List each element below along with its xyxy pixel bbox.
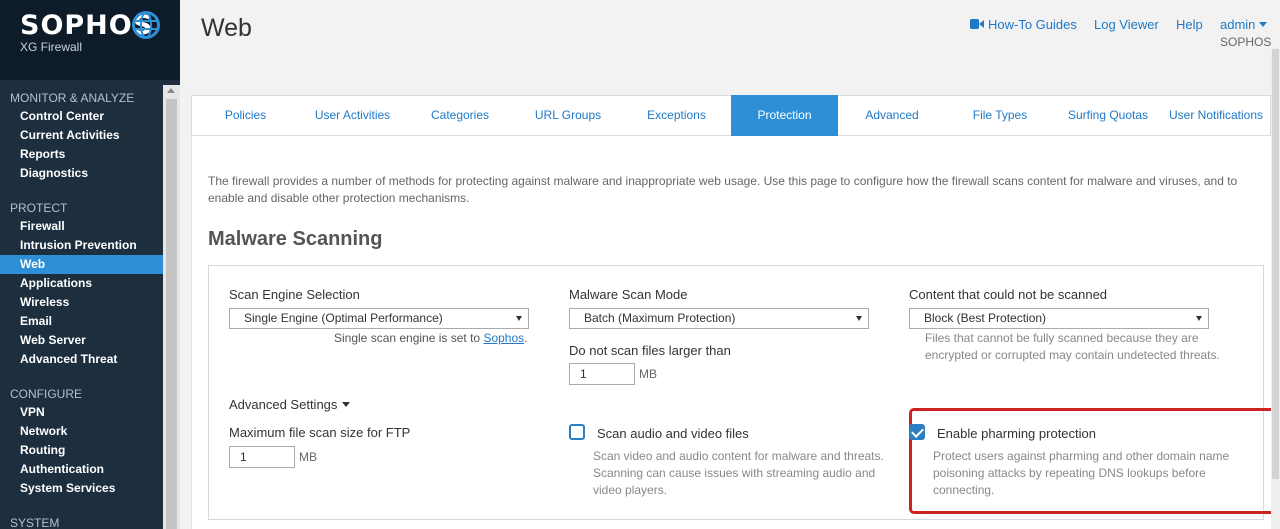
pharming-protection-hint: Protect users against pharming and other… xyxy=(933,449,1230,497)
company-name: SOPHOS xyxy=(1220,35,1272,49)
tab-surfing-quotas[interactable]: Surfing Quotas xyxy=(1054,96,1162,135)
nav-heading: SYSTEM xyxy=(10,516,60,529)
main-content: The firewall provides a number of method… xyxy=(191,136,1277,529)
nav-section-system: SYSTEM xyxy=(0,515,163,529)
scan-engine-label: Scan Engine Selection xyxy=(229,287,360,302)
max-size-input[interactable]: 1 xyxy=(569,363,635,385)
malware-scanning-panel: Scan Engine Selection Single Engine (Opt… xyxy=(208,265,1277,520)
nav-heading: MONITOR & ANALYZE xyxy=(10,91,135,105)
advanced-settings-toggle[interactable]: Advanced Settings xyxy=(229,397,351,412)
sidebar-item-system-services[interactable]: System Services xyxy=(0,479,163,498)
nav-section-configure: CONFIGURE VPN Network Routing Authentica… xyxy=(0,386,163,498)
tab-advanced[interactable]: Advanced xyxy=(838,96,946,135)
user-name: admin xyxy=(1220,17,1256,32)
sidebar-item-vpn[interactable]: VPN xyxy=(0,403,163,422)
scan-audio-video-label: Scan audio and video files xyxy=(597,426,749,441)
sophos-globe-icon xyxy=(132,11,160,39)
intro-text: The firewall provides a number of method… xyxy=(208,174,1238,205)
user-menu[interactable]: admin xyxy=(1220,17,1268,32)
sidebar-item-intrusion-prevention[interactable]: Intrusion Prevention xyxy=(0,236,163,255)
nav-section-protect: PROTECT Firewall Intrusion Prevention We… xyxy=(0,200,163,369)
page-scrollbar[interactable] xyxy=(1271,49,1280,529)
sidebar-item-web[interactable]: Web xyxy=(0,255,163,274)
nav-heading: PROTECT xyxy=(10,201,68,215)
sidebar-item-wireless[interactable]: Wireless xyxy=(0,293,163,312)
sidebar-item-reports[interactable]: Reports xyxy=(0,145,163,164)
scan-engine-hint-text: Single scan engine is set to xyxy=(334,331,484,345)
max-size-label: Do not scan files larger than xyxy=(569,343,731,358)
tab-bar: Policies User Activities Categories URL … xyxy=(191,95,1271,136)
scan-engine-hint: Single scan engine is set to Sophos. xyxy=(334,330,527,347)
sidebar-scrollbar-thumb[interactable] xyxy=(166,99,177,529)
sidebar-item-authentication[interactable]: Authentication xyxy=(0,460,163,479)
log-viewer-link[interactable]: Log Viewer xyxy=(1094,17,1159,32)
nav-heading: CONFIGURE xyxy=(10,387,82,401)
product-name: XG Firewall xyxy=(20,40,83,54)
nav-section-monitor: MONITOR & ANALYZE Control Center Current… xyxy=(0,90,163,183)
tab-url-groups[interactable]: URL Groups xyxy=(514,96,622,135)
sidebar-item-current-activities[interactable]: Current Activities xyxy=(0,126,163,145)
sidebar-scrollbar[interactable] xyxy=(163,85,180,529)
scan-audio-video-hint: Scan video and audio content for malware… xyxy=(593,449,884,497)
scan-audio-video-checkbox[interactable] xyxy=(569,424,585,440)
caret-down-icon xyxy=(342,402,351,407)
pharming-protection-label: Enable pharming protection xyxy=(937,426,1096,441)
page-scrollbar-thumb[interactable] xyxy=(1272,49,1279,479)
unscannable-select[interactable]: Block (Best Protection) xyxy=(909,308,1209,329)
tab-exceptions[interactable]: Exceptions xyxy=(622,96,731,135)
scan-mode-value: Batch (Maximum Protection) xyxy=(584,311,736,325)
sidebar-item-control-center[interactable]: Control Center xyxy=(0,107,163,126)
ftp-size-input[interactable]: 1 xyxy=(229,446,295,468)
sidebar-item-advanced-threat[interactable]: Advanced Threat xyxy=(0,350,163,369)
sidebar-item-firewall[interactable]: Firewall xyxy=(0,217,163,236)
scan-mode-select[interactable]: Batch (Maximum Protection) xyxy=(569,308,869,329)
scan-engine-select[interactable]: Single Engine (Optimal Performance) xyxy=(229,308,529,329)
sidebar-item-diagnostics[interactable]: Diagnostics xyxy=(0,164,163,183)
scan-engine-hint-suffix: . xyxy=(524,331,528,345)
page-title: Web xyxy=(201,14,252,42)
scan-mode-label: Malware Scan Mode xyxy=(569,287,688,302)
sidebar-item-applications[interactable]: Applications xyxy=(0,274,163,293)
sidebar-item-email[interactable]: Email xyxy=(0,312,163,331)
scan-engine-value: Single Engine (Optimal Performance) xyxy=(244,311,443,325)
sidebar-item-web-server[interactable]: Web Server xyxy=(0,331,163,350)
section-title: Malware Scanning xyxy=(208,228,383,250)
chevron-down-icon xyxy=(1259,22,1268,27)
unscannable-label: Content that could not be scanned xyxy=(909,287,1108,302)
tab-policies[interactable]: Policies xyxy=(192,96,299,135)
unscannable-hint: Files that cannot be fully scanned becau… xyxy=(925,331,1220,362)
sidebar-item-routing[interactable]: Routing xyxy=(0,441,163,460)
scroll-up-arrow-icon[interactable] xyxy=(167,88,175,93)
dropdown-caret-icon xyxy=(516,316,522,321)
ftp-size-label: Maximum file scan size for FTP xyxy=(229,425,411,440)
video-camera-icon[interactable] xyxy=(970,19,984,29)
max-size-unit: MB xyxy=(639,367,657,381)
tab-file-types[interactable]: File Types xyxy=(946,96,1054,135)
dropdown-caret-icon xyxy=(1196,316,1202,321)
sidebar-item-network[interactable]: Network xyxy=(0,422,163,441)
tab-protection[interactable]: Protection xyxy=(731,95,838,136)
tab-user-notifications[interactable]: User Notifications xyxy=(1162,96,1270,135)
sidebar: SOPHOS XG Firewall MONITOR & ANALYZE Con… xyxy=(0,0,180,529)
tab-user-activities[interactable]: User Activities xyxy=(299,96,406,135)
tab-categories[interactable]: Categories xyxy=(406,96,514,135)
sophos-engine-link[interactable]: Sophos xyxy=(483,331,524,345)
ftp-size-unit: MB xyxy=(299,450,317,464)
logo: SOPHOS XG Firewall xyxy=(0,0,180,80)
dropdown-caret-icon xyxy=(856,316,862,321)
unscannable-value: Block (Best Protection) xyxy=(924,311,1047,325)
advanced-settings-label: Advanced Settings xyxy=(229,397,338,412)
help-link[interactable]: Help xyxy=(1176,17,1203,32)
howto-guides-link[interactable]: How-To Guides xyxy=(988,17,1077,32)
pharming-protection-checkbox[interactable] xyxy=(909,424,925,440)
